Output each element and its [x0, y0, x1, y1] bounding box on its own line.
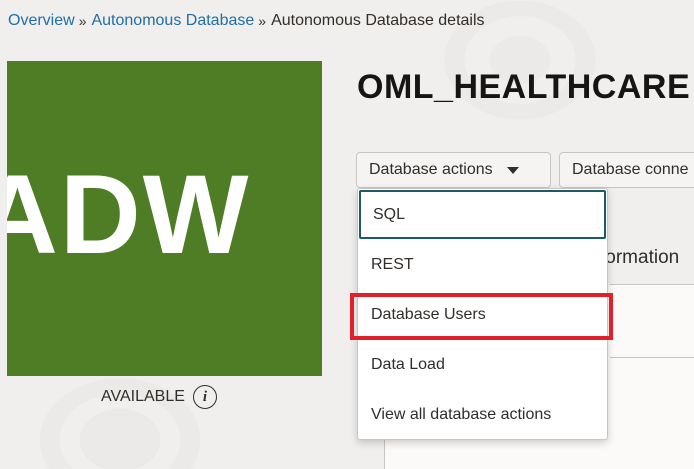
status-text: AVAILABLE	[101, 388, 185, 405]
breadcrumb-separator: »	[258, 13, 267, 29]
adw-status-tile: ADW	[7, 61, 322, 376]
breadcrumb-autonomous-database-link[interactable]: Autonomous Database	[91, 12, 254, 30]
tab-information[interactable]: formation	[600, 247, 679, 269]
breadcrumb-current: Autonomous Database details	[271, 12, 485, 29]
breadcrumb: Overview » Autonomous Database » Autonom…	[8, 12, 485, 30]
info-icon[interactable]: i	[192, 385, 217, 409]
database-actions-button[interactable]: Database actions	[356, 152, 551, 188]
menu-item-database-users[interactable]: Database Users	[358, 290, 607, 340]
database-connection-label: Database conne	[572, 161, 689, 178]
database-connection-button[interactable]: Database conne	[559, 152, 694, 188]
panel-divider	[610, 357, 694, 358]
menu-item-rest[interactable]: REST	[358, 240, 607, 290]
caret-down-icon	[506, 166, 519, 174]
database-actions-label: Database actions	[369, 161, 493, 178]
panel-divider	[610, 284, 694, 285]
database-actions-menu: SQL REST Database Users Data Load View a…	[357, 188, 608, 440]
menu-item-data-load[interactable]: Data Load	[358, 340, 607, 390]
breadcrumb-separator: »	[78, 13, 87, 29]
breadcrumb-overview-link[interactable]: Overview	[8, 12, 75, 30]
menu-item-view-all-actions[interactable]: View all database actions	[358, 390, 607, 440]
menu-item-sql[interactable]: SQL	[359, 190, 606, 239]
adw-tile-text: ADW	[7, 152, 251, 277]
lifecycle-status: AVAILABLE i	[101, 385, 217, 409]
page-title: OML_HEALTHCARE	[357, 68, 691, 106]
